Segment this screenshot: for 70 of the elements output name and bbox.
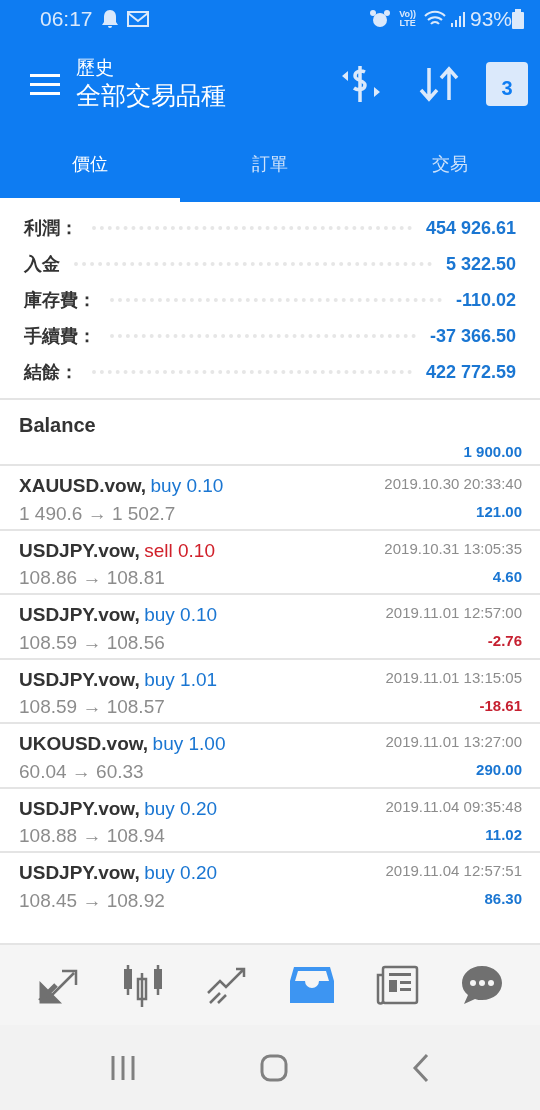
back-icon[interactable]: [412, 1052, 430, 1083]
trade-prices: 108.86 → 108.81: [19, 567, 165, 589]
trade-profit: 86.30: [484, 890, 522, 907]
trade-prices: 108.88 → 108.94: [19, 825, 165, 847]
trade-symbol: USDJPY.vow,: [19, 604, 140, 625]
summary-label: 手續費：: [24, 324, 96, 348]
trade-prices: 108.59 → 108.57: [19, 696, 165, 718]
summary-value: 5 322.50: [445, 252, 516, 276]
inbox-tray-icon: [290, 965, 335, 1005]
calendar-day: 3: [501, 77, 513, 99]
trade-profit: 121.00: [476, 503, 522, 520]
battery-icon: [512, 9, 524, 29]
network-label: Vo)) LTE: [399, 10, 416, 28]
summary-label: 結餘：: [24, 360, 78, 384]
clock-time: 06:17: [40, 6, 93, 33]
trade-symbol: USDJPY.vow,: [19, 668, 140, 690]
tab[interactable]: 價位: [0, 130, 180, 202]
trade-prices: 1 490.6 → 1 502.7: [19, 502, 176, 524]
trade-symbol: USDJPY.vow,: [19, 862, 140, 883]
summary-value: 422 772.59: [425, 360, 516, 384]
summary-label: 利潤：: [24, 216, 78, 240]
recent-apps-icon[interactable]: [110, 1053, 136, 1082]
trade-side: buy 0.20: [144, 797, 218, 819]
summary-label: 入金: [24, 252, 60, 276]
trade-profit: 4.60: [492, 567, 522, 585]
trade-side: buy 1.01: [144, 668, 218, 690]
trade-profit: -2.76: [487, 632, 522, 649]
menu-icon: [30, 73, 60, 96]
newspaper-icon: [374, 965, 419, 1005]
trade-side: buy 0.10: [150, 475, 224, 496]
trade-prices: 108.59 → 108.56: [19, 631, 165, 653]
trade-symbol: UKOUSD.vow,: [19, 733, 149, 754]
candlestick-icon: [121, 963, 165, 1007]
trade-side: sell 0.10: [144, 539, 215, 561]
balance-amount: 1 900.00: [463, 443, 522, 460]
trade-profit: 290.00: [476, 761, 522, 778]
screen-title: 全部交易品種: [76, 80, 227, 111]
trade-symbol: USDJPY.vow,: [19, 797, 140, 819]
summary-value: 454 926.61: [425, 216, 516, 240]
trade-time: 2019.11.04 12:57:51: [385, 862, 522, 879]
trade-side: buy 0.10: [144, 604, 218, 625]
trade-symbol: USDJPY.vow,: [19, 539, 140, 561]
balance-label: Balance: [19, 413, 97, 438]
trade-side: buy 1.00: [152, 733, 226, 754]
trade-time: 2019.11.01 12:57:00: [385, 604, 522, 621]
tab[interactable]: 訂單: [180, 130, 360, 202]
trade-profit: -18.61: [479, 696, 522, 714]
trade-symbol: XAUUSD.vow,: [19, 475, 147, 496]
screen-subtitle: 歷史: [76, 57, 115, 79]
bell-icon: [100, 9, 119, 29]
trade-time: 2019.11.01 13:27:00: [385, 733, 522, 750]
trade-time: 2019.11.04 09:35:48: [385, 797, 522, 815]
trade-prices: 108.45 → 108.92: [19, 889, 165, 911]
summary-label: 庫存費：: [24, 288, 96, 312]
battery-percent: 93%: [469, 6, 512, 33]
tab[interactable]: 交易: [360, 130, 540, 202]
calendar-button[interactable]: 3: [486, 62, 528, 106]
home-icon[interactable]: [260, 1053, 288, 1082]
chat-bubble-icon: [459, 964, 504, 1006]
trade-time: 2019.10.30 20:33:40: [384, 475, 522, 492]
menu-button[interactable]: [30, 72, 60, 96]
mail-icon: [126, 11, 149, 27]
summary-value: -110.02: [455, 288, 516, 312]
trade-side: buy 0.20: [144, 862, 218, 883]
trade-prices: 60.04 → 60.33: [19, 760, 144, 782]
trade-time: 2019.10.31 13:05:35: [384, 539, 522, 557]
signal-icon: [449, 10, 466, 28]
trade-time: 2019.11.01 13:15:05: [385, 668, 522, 686]
summary-value: -37 366.50: [429, 324, 516, 348]
trade-profit: 11.02: [485, 825, 522, 843]
